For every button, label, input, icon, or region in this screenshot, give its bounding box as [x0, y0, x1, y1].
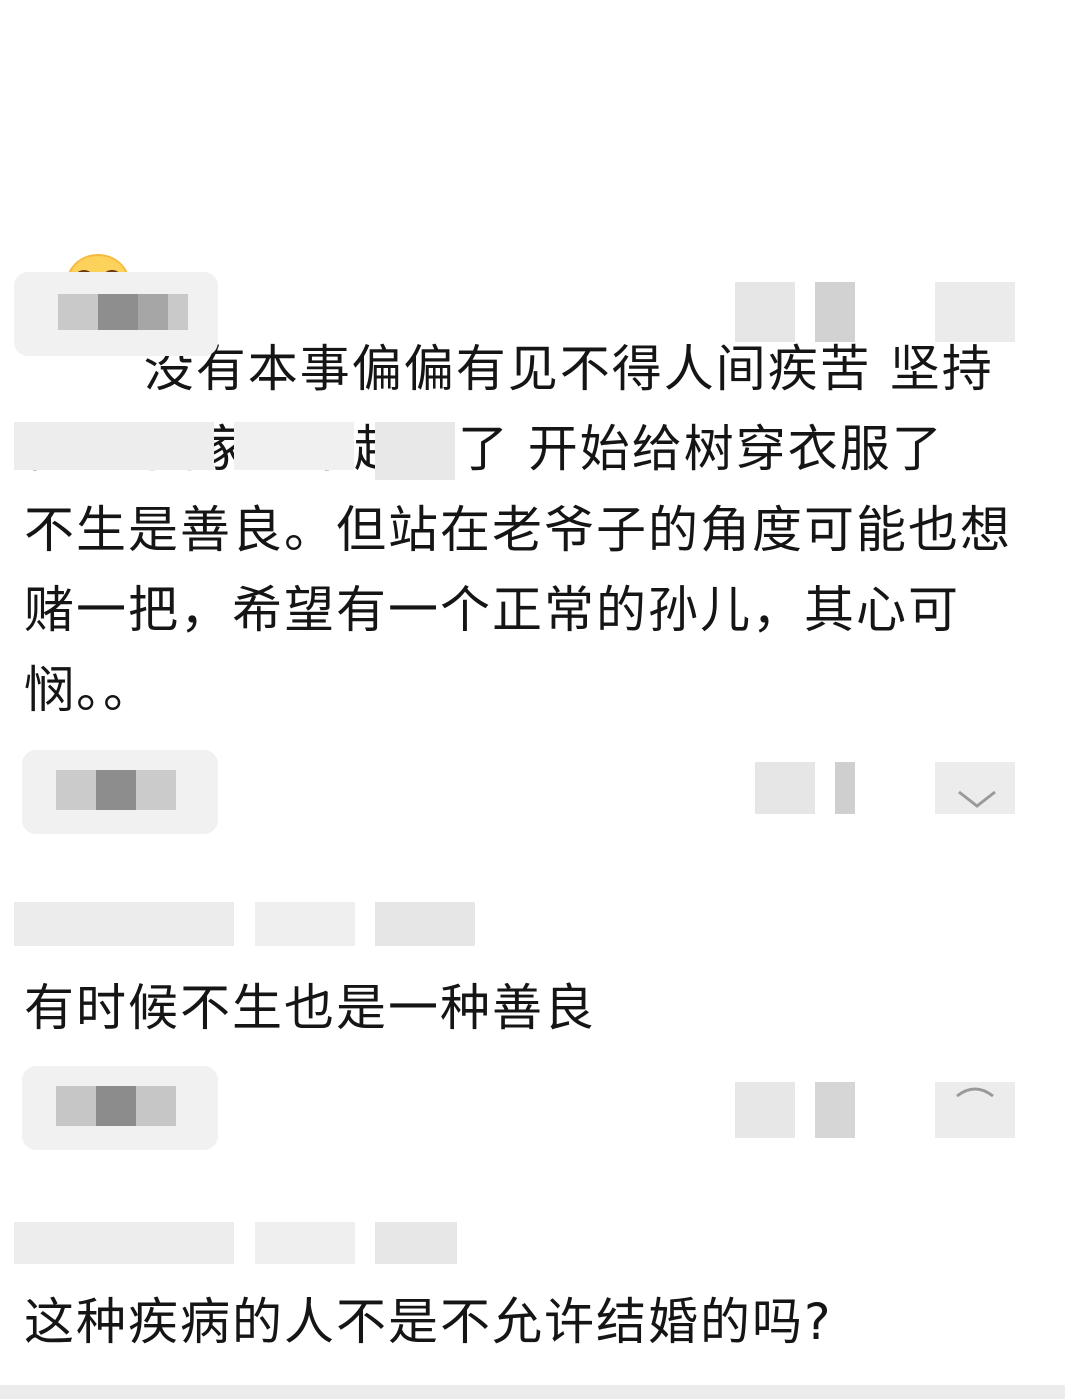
comment-4-text: 这种疾病的人不是不允许结婚的吗? — [24, 1293, 833, 1351]
reply-pill-1[interactable] — [14, 272, 218, 356]
comment-2-text: 不生是善良。但站在老爷子的角度可能也想赌一把，希望有一个正常的孙儿，其心可悯。。 — [24, 501, 1012, 719]
like-count — [815, 282, 855, 342]
heart-icon[interactable] — [935, 762, 1015, 814]
comment-location — [375, 902, 475, 946]
reply-pill-3[interactable] — [22, 1066, 218, 1150]
share-icon[interactable] — [735, 282, 795, 342]
like-count — [835, 762, 855, 814]
bottom-bar — [0, 1385, 1065, 1399]
reply-pill-2[interactable] — [22, 750, 218, 834]
heart-icon[interactable] — [935, 282, 1015, 342]
commenter-name[interactable] — [14, 902, 234, 946]
heart-icon[interactable] — [935, 1082, 1015, 1138]
comment-1-text: 没有本事偏偏有见不得人间疾苦 坚持住吧 国家越来越好了 开始给树穿衣服了 — [24, 8, 1024, 489]
commenter-name[interactable] — [14, 422, 214, 470]
like-count — [815, 1082, 855, 1138]
loudly-crying-face-icon — [60, 88, 136, 314]
share-icon[interactable] — [735, 1082, 795, 1138]
comment-location — [375, 422, 455, 480]
comment-time — [255, 1222, 355, 1264]
share-icon[interactable] — [755, 762, 815, 814]
comment-location — [375, 1222, 457, 1264]
commenter-name[interactable] — [14, 1222, 234, 1264]
comment-time — [255, 902, 355, 946]
comment-time — [234, 422, 354, 470]
comment-3-text: 有时候不生也是一种善良 — [24, 979, 596, 1037]
